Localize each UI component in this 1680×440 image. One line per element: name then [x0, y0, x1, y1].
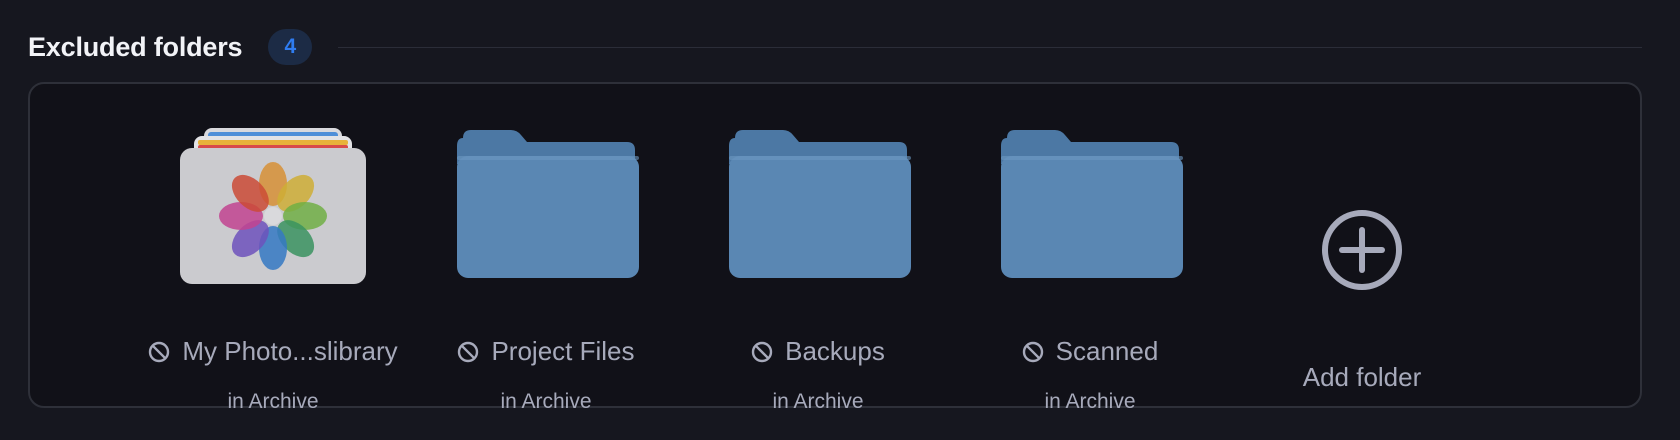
- folder-name: Backups: [785, 336, 885, 366]
- folder-name-row: Project Files: [410, 336, 682, 367]
- folder-location: in Archive: [227, 390, 319, 413]
- folder-tile-scanned[interactable]: Scanned in Archive: [954, 114, 1226, 413]
- section-header: Excluded folders 4: [28, 26, 1642, 68]
- folder-name: Scanned: [1055, 336, 1159, 366]
- folder-name-row: My Photo...slibrary: [137, 336, 409, 367]
- excluded-ban-icon: [1022, 341, 1044, 363]
- folder-location: in Archive: [772, 390, 864, 413]
- excluded-ban-icon: [751, 341, 773, 363]
- folder-name: Project Files: [491, 336, 635, 366]
- folder-location: in Archive: [1044, 390, 1136, 413]
- excluded-folders-panel: My Photo...slibrary in Archive Project F…: [28, 82, 1642, 413]
- folder-icon: [1001, 130, 1183, 278]
- header-divider: [338, 46, 1642, 48]
- count-badge: 4: [268, 29, 313, 65]
- section-title: Excluded folders: [28, 31, 243, 62]
- excluded-ban-icon: [457, 341, 479, 363]
- folder-tile-photos-library[interactable]: My Photo...slibrary in Archive: [137, 114, 409, 413]
- photos-library-icon: [180, 128, 366, 284]
- folder-tile-project-files[interactable]: Project Files in Archive: [410, 114, 682, 413]
- add-folder-button[interactable]: Add folder: [1226, 114, 1498, 394]
- excluded-ban-icon: [148, 341, 170, 363]
- folder-icon: [729, 130, 911, 278]
- plus-circle-icon: [1320, 208, 1404, 297]
- folder-tile-backups[interactable]: Backups in Archive: [682, 114, 954, 413]
- folder-icon: [457, 130, 639, 278]
- folder-name-row: Scanned: [954, 336, 1226, 367]
- folder-location: in Archive: [500, 390, 592, 413]
- add-folder-label: Add folder: [1302, 362, 1422, 392]
- folder-name: My Photo...slibrary: [182, 336, 398, 366]
- folder-name-row: Backups: [682, 336, 954, 367]
